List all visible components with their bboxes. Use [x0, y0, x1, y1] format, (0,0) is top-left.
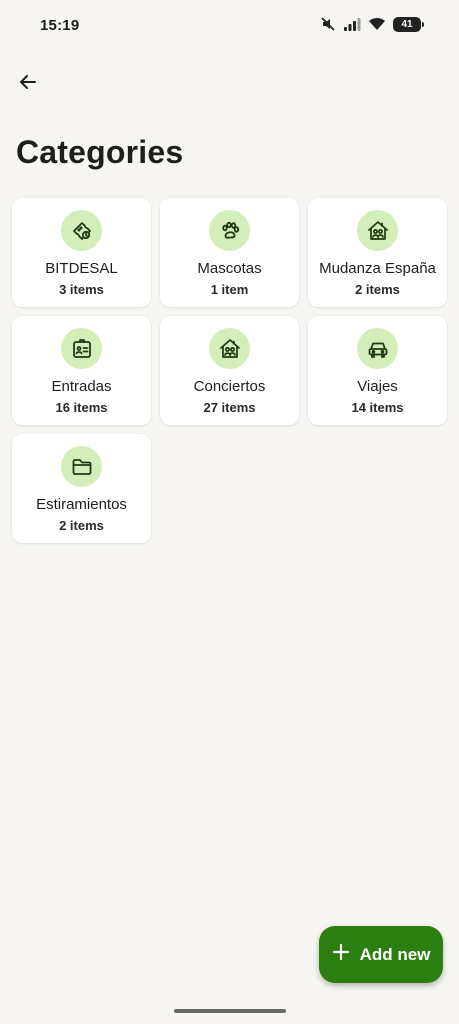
back-button[interactable]: [12, 68, 44, 100]
category-name: Estiramientos: [36, 496, 127, 513]
folder-icon: [61, 446, 102, 487]
id-card-icon: [61, 328, 102, 369]
category-grid: BITDESAL 3 items Mascotas 1 item Mudanza…: [12, 198, 447, 543]
status-icons: 41: [320, 16, 424, 32]
add-new-button[interactable]: Add new: [319, 926, 443, 983]
signal-icon: [343, 17, 361, 31]
mute-icon: [320, 16, 336, 32]
category-card-mascotas[interactable]: Mascotas 1 item: [160, 198, 299, 307]
category-count: 2 items: [59, 518, 104, 533]
category-name: Mudanza España: [319, 260, 436, 277]
category-card-estiramientos[interactable]: Estiramientos 2 items: [12, 434, 151, 543]
category-card-mudanza-espana[interactable]: Mudanza España 2 items: [308, 198, 447, 307]
status-time: 15:19: [40, 17, 80, 34]
add-new-label: Add new: [359, 944, 431, 964]
category-card-viajes[interactable]: Viajes 14 items: [308, 316, 447, 425]
plus-icon: [332, 943, 350, 966]
category-count: 27 items: [203, 400, 256, 415]
ticket-icon: [61, 210, 102, 251]
battery-icon: 41: [393, 16, 424, 32]
home-people-icon: [357, 210, 398, 251]
category-name: Entradas: [51, 378, 112, 395]
category-count: 3 items: [59, 282, 104, 297]
paw-icon: [209, 210, 250, 251]
battery-level: 41: [401, 18, 413, 30]
category-name: Mascotas: [197, 260, 262, 277]
category-card-bitdesal[interactable]: BITDESAL 3 items: [12, 198, 151, 307]
home-indicator[interactable]: [174, 1009, 286, 1013]
car-icon: [357, 328, 398, 369]
home-people-icon: [209, 328, 250, 369]
category-count: 2 items: [355, 282, 400, 297]
category-name: Conciertos: [193, 378, 266, 395]
page-title: Categories: [16, 134, 184, 170]
category-count: 14 items: [351, 400, 404, 415]
arrow-left-icon: [18, 72, 38, 97]
category-name: Viajes: [357, 378, 398, 395]
category-count: 1 item: [210, 282, 249, 297]
wifi-icon: [368, 17, 386, 31]
category-card-entradas[interactable]: Entradas 16 items: [12, 316, 151, 425]
status-bar: 15:19 41: [0, 0, 459, 52]
category-card-conciertos[interactable]: Conciertos 27 items: [160, 316, 299, 425]
category-name: BITDESAL: [45, 260, 118, 277]
category-count: 16 items: [55, 400, 108, 415]
